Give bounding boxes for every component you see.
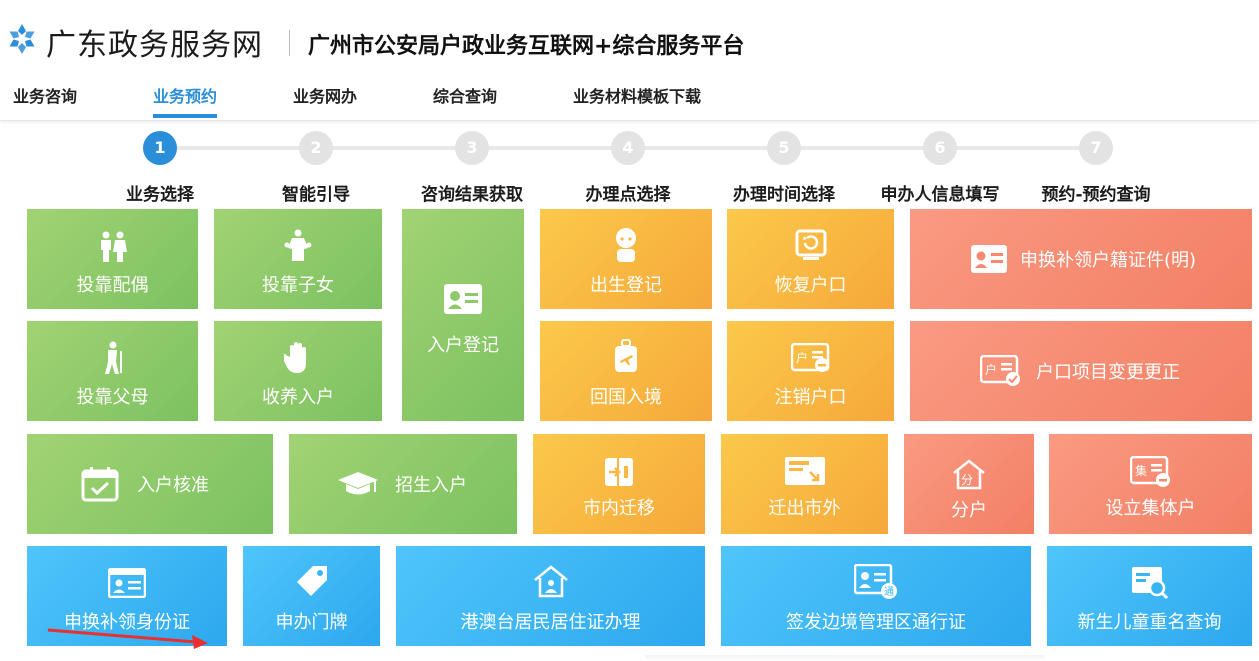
calendar-check-icon bbox=[81, 467, 119, 502]
hand-icon bbox=[284, 342, 306, 373]
snowflake-logo-icon bbox=[9, 24, 35, 54]
tile-household-approval-label: 入户核准 bbox=[137, 475, 209, 496]
step-2-label: 智能引导 bbox=[282, 185, 350, 205]
step-4-label: 办理点选择 bbox=[585, 185, 671, 205]
tile-border-pass-label: 签发边境管理区通行证 bbox=[786, 612, 966, 633]
id-card-icon bbox=[971, 245, 1007, 273]
tile-hmt-residence-permit-label: 港澳台居民居住证办理 bbox=[460, 612, 641, 633]
baby-icon bbox=[616, 228, 636, 262]
tile-hukou-change-label: 户口项目变更更正 bbox=[1036, 362, 1180, 383]
restore-icon bbox=[795, 229, 826, 260]
step-5-label: 办理时间选择 bbox=[733, 185, 835, 205]
platform-title: 广州市公安局户政业务互联网+综合服务平台 bbox=[308, 34, 745, 59]
tile-cancel-hukou[interactable]: 户 注销户口 bbox=[727, 321, 894, 421]
step-7-circle: 7 bbox=[1079, 131, 1113, 165]
luggage-plane-icon bbox=[615, 339, 637, 372]
tag-icon bbox=[296, 566, 327, 596]
collective-cancel-icon: 集 bbox=[1129, 456, 1170, 487]
tile-door-plate-label: 申办门牌 bbox=[275, 612, 348, 633]
tile-collective-household-label: 设立集体户 bbox=[1105, 498, 1196, 519]
red-arrow-annotation bbox=[47, 628, 208, 649]
svg-text:户: 户 bbox=[985, 362, 997, 377]
brand-title[interactable]: 广东政务服务网 bbox=[46, 20, 263, 64]
elder-icon bbox=[104, 341, 122, 374]
step-1-circle: 1 bbox=[143, 131, 177, 165]
tile-join-spouse-label: 投靠配偶 bbox=[76, 275, 149, 296]
tile-replace-hukou-cert[interactable]: 申换补领户籍证件(明) bbox=[910, 209, 1252, 309]
house-split-icon: 分 bbox=[953, 459, 985, 490]
tile-newborn-name-query-label: 新生儿童重名查询 bbox=[1077, 612, 1222, 633]
tile-join-parents[interactable]: 投靠父母 bbox=[27, 321, 198, 421]
step-1-label: 业务选择 bbox=[126, 185, 194, 205]
nav-active-underline bbox=[153, 114, 217, 118]
tile-household-register[interactable]: 入户登记 bbox=[402, 209, 524, 421]
tile-birth-register-label: 出生登记 bbox=[590, 275, 662, 296]
tile-enrollment[interactable]: 招生入户 bbox=[289, 434, 517, 534]
tile-move-within-city-label: 市内迁移 bbox=[583, 498, 655, 519]
tile-return-entry[interactable]: 回国入境 bbox=[540, 321, 712, 421]
tile-border-pass[interactable]: 通 签发边境管理区通行证 bbox=[721, 546, 1031, 646]
nav-item-consult[interactable]: 业务咨询 bbox=[13, 83, 77, 107]
site-header: 广东政务服务网 广州市公安局户政业务互联网+综合服务平台 bbox=[0, 0, 1259, 80]
pass-card-icon: 通 bbox=[854, 564, 897, 599]
tile-restore-hukou-label: 恢复户口 bbox=[774, 275, 847, 296]
tile-collective-household[interactable]: 集 设立集体户 bbox=[1049, 434, 1252, 534]
tile-newborn-name-query[interactable]: 新生儿童重名查询 bbox=[1047, 546, 1252, 646]
tile-enrollment-label: 招生入户 bbox=[395, 475, 467, 496]
id-card-icon bbox=[108, 568, 146, 598]
hukou-cancel-icon: 户 bbox=[790, 343, 829, 372]
tile-hukou-change[interactable]: 户 户口项目变更更正 bbox=[910, 321, 1252, 421]
tile-birth-register[interactable]: 出生登记 bbox=[540, 209, 712, 309]
tile-split-household-label: 分户 bbox=[951, 500, 987, 521]
tile-adoption-label: 收养入户 bbox=[262, 387, 334, 408]
tile-replace-hukou-cert-label: 申换补领户籍证件(明) bbox=[1020, 250, 1197, 271]
card-arrow-icon bbox=[784, 457, 825, 485]
svg-text:户: 户 bbox=[796, 350, 808, 365]
tile-adoption[interactable]: 收养入户 bbox=[214, 321, 382, 421]
tile-household-approval[interactable]: 入户核准 bbox=[27, 434, 273, 534]
nav-item-booking[interactable]: 业务预约 bbox=[153, 83, 217, 107]
nav-item-templates[interactable]: 业务材料模板下载 bbox=[573, 83, 701, 107]
tile-move-out-city-label: 迁出市外 bbox=[768, 498, 841, 519]
tile-move-within-city[interactable]: 市内迁移 bbox=[533, 434, 705, 534]
house-person-icon bbox=[533, 565, 568, 598]
nav-item-query[interactable]: 综合查询 bbox=[433, 83, 497, 107]
door-exit-icon bbox=[605, 458, 633, 486]
bottom-shadow bbox=[645, 655, 1045, 661]
tile-door-plate[interactable]: 申办门牌 bbox=[243, 546, 380, 646]
tile-cancel-hukou-label: 注销户口 bbox=[774, 387, 847, 408]
svg-text:分: 分 bbox=[961, 473, 973, 487]
step-3-circle: 3 bbox=[455, 131, 489, 165]
couple-icon bbox=[100, 231, 127, 262]
tile-join-parents-label: 投靠父母 bbox=[76, 387, 149, 408]
tile-hmt-residence-permit[interactable]: 港澳台居民居住证办理 bbox=[396, 546, 705, 646]
main-nav: 业务咨询 业务预约 业务网办 综合查询 业务材料模板下载 bbox=[0, 78, 1259, 121]
svg-text:通: 通 bbox=[884, 586, 894, 598]
step-6-label: 申办人信息填写 bbox=[880, 185, 1000, 205]
step-7-label: 预约-预约查询 bbox=[1041, 185, 1151, 205]
step-5-circle: 5 bbox=[767, 131, 801, 165]
tile-return-entry-label: 回国入境 bbox=[590, 387, 662, 408]
tile-join-children[interactable]: 投靠子女 bbox=[214, 209, 382, 309]
tile-join-children-label: 投靠子女 bbox=[262, 275, 334, 296]
tile-join-spouse[interactable]: 投靠配偶 bbox=[27, 209, 198, 309]
hukou-edit-icon: 户 bbox=[980, 355, 1020, 386]
step-4-circle: 4 bbox=[611, 131, 645, 165]
tile-split-household[interactable]: 分 分户 bbox=[904, 434, 1034, 534]
family-icon bbox=[284, 229, 312, 261]
step-3-label: 咨询结果获取 bbox=[421, 185, 523, 205]
nav-item-online[interactable]: 业务网办 bbox=[293, 83, 357, 107]
tile-household-register-label: 入户登记 bbox=[427, 335, 499, 356]
search-document-icon bbox=[1131, 567, 1168, 600]
header-divider bbox=[289, 30, 290, 56]
tile-move-out-city[interactable]: 迁出市外 bbox=[721, 434, 888, 534]
step-2-circle: 2 bbox=[299, 131, 333, 165]
tile-restore-hukou[interactable]: 恢复户口 bbox=[727, 209, 894, 309]
svg-text:集: 集 bbox=[1135, 463, 1147, 478]
id-card-icon bbox=[444, 284, 482, 314]
graduation-cap-icon bbox=[338, 472, 378, 495]
step-6-circle: 6 bbox=[923, 131, 957, 165]
